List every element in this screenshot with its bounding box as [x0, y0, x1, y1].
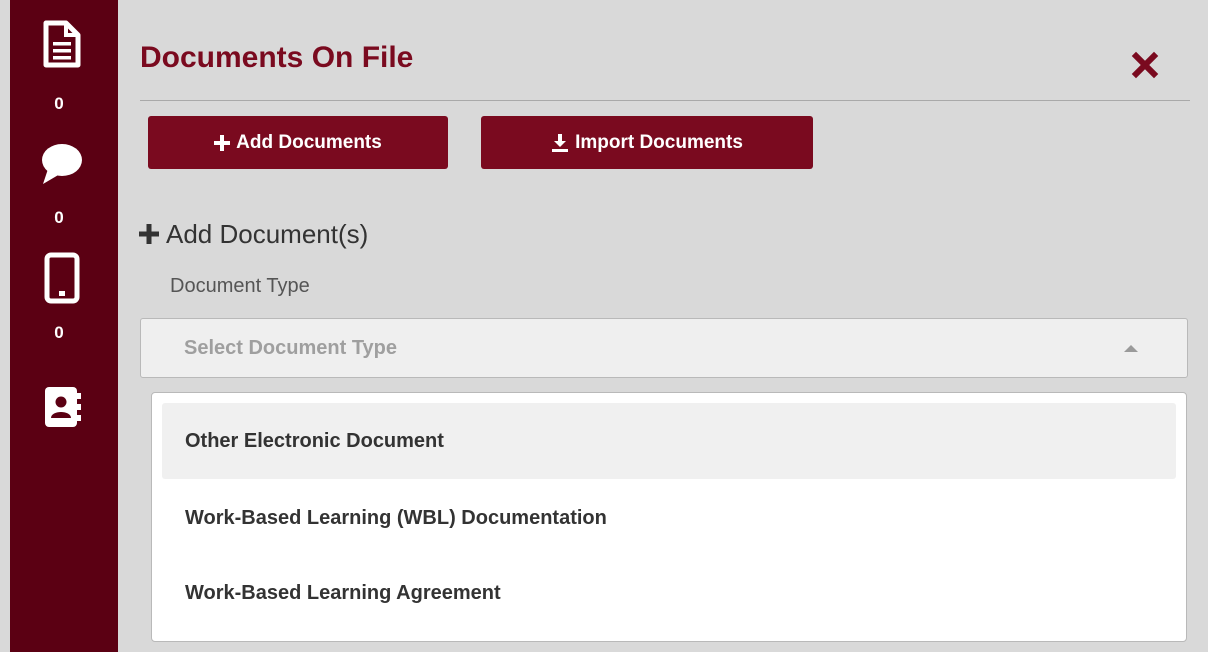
- download-icon: [552, 133, 569, 152]
- document-type-dropdown: Other Electronic Document Work-Based Lea…: [151, 392, 1187, 642]
- add-documents-label: Add Documents: [236, 131, 382, 153]
- documents-panel: Documents On File Add Documents Import D…: [118, 0, 1208, 652]
- panel-title: Documents On File: [140, 41, 414, 74]
- documents-count: 0: [54, 94, 64, 113]
- option-wbl-agreement[interactable]: Work-Based Learning Agreement: [162, 555, 1176, 631]
- import-documents-button[interactable]: Import Documents: [481, 116, 813, 169]
- option-wbl-documentation[interactable]: Work-Based Learning (WBL) Documentation: [162, 480, 1176, 556]
- select-placeholder: Select Document Type: [184, 337, 398, 359]
- texts-count: 0: [54, 323, 64, 342]
- plus-icon: [214, 134, 231, 151]
- title-divider: [140, 100, 1190, 101]
- plus-icon: [139, 224, 159, 244]
- document-type-select[interactable]: Select Document Type: [140, 318, 1188, 378]
- caret-up-icon: [1124, 345, 1138, 352]
- close-button[interactable]: [1128, 48, 1162, 82]
- add-documents-section-heading: Add Document(s): [138, 216, 368, 252]
- add-documents-button[interactable]: Add Documents: [148, 116, 448, 169]
- option-other-electronic-document[interactable]: Other Electronic Document: [162, 403, 1176, 479]
- section-heading-text: Add Document(s): [166, 219, 369, 249]
- chat-bubble-icon[interactable]: [40, 138, 84, 186]
- import-documents-label: Import Documents: [575, 131, 743, 153]
- mobile-phone-icon[interactable]: [40, 252, 84, 304]
- contact-book-icon[interactable]: [40, 384, 84, 430]
- document-type-label: Document Type: [170, 275, 310, 297]
- sidebar: 0 0 0: [0, 0, 118, 652]
- close-icon: [1131, 51, 1159, 79]
- messages-count: 0: [54, 208, 64, 227]
- document-icon[interactable]: [40, 20, 84, 68]
